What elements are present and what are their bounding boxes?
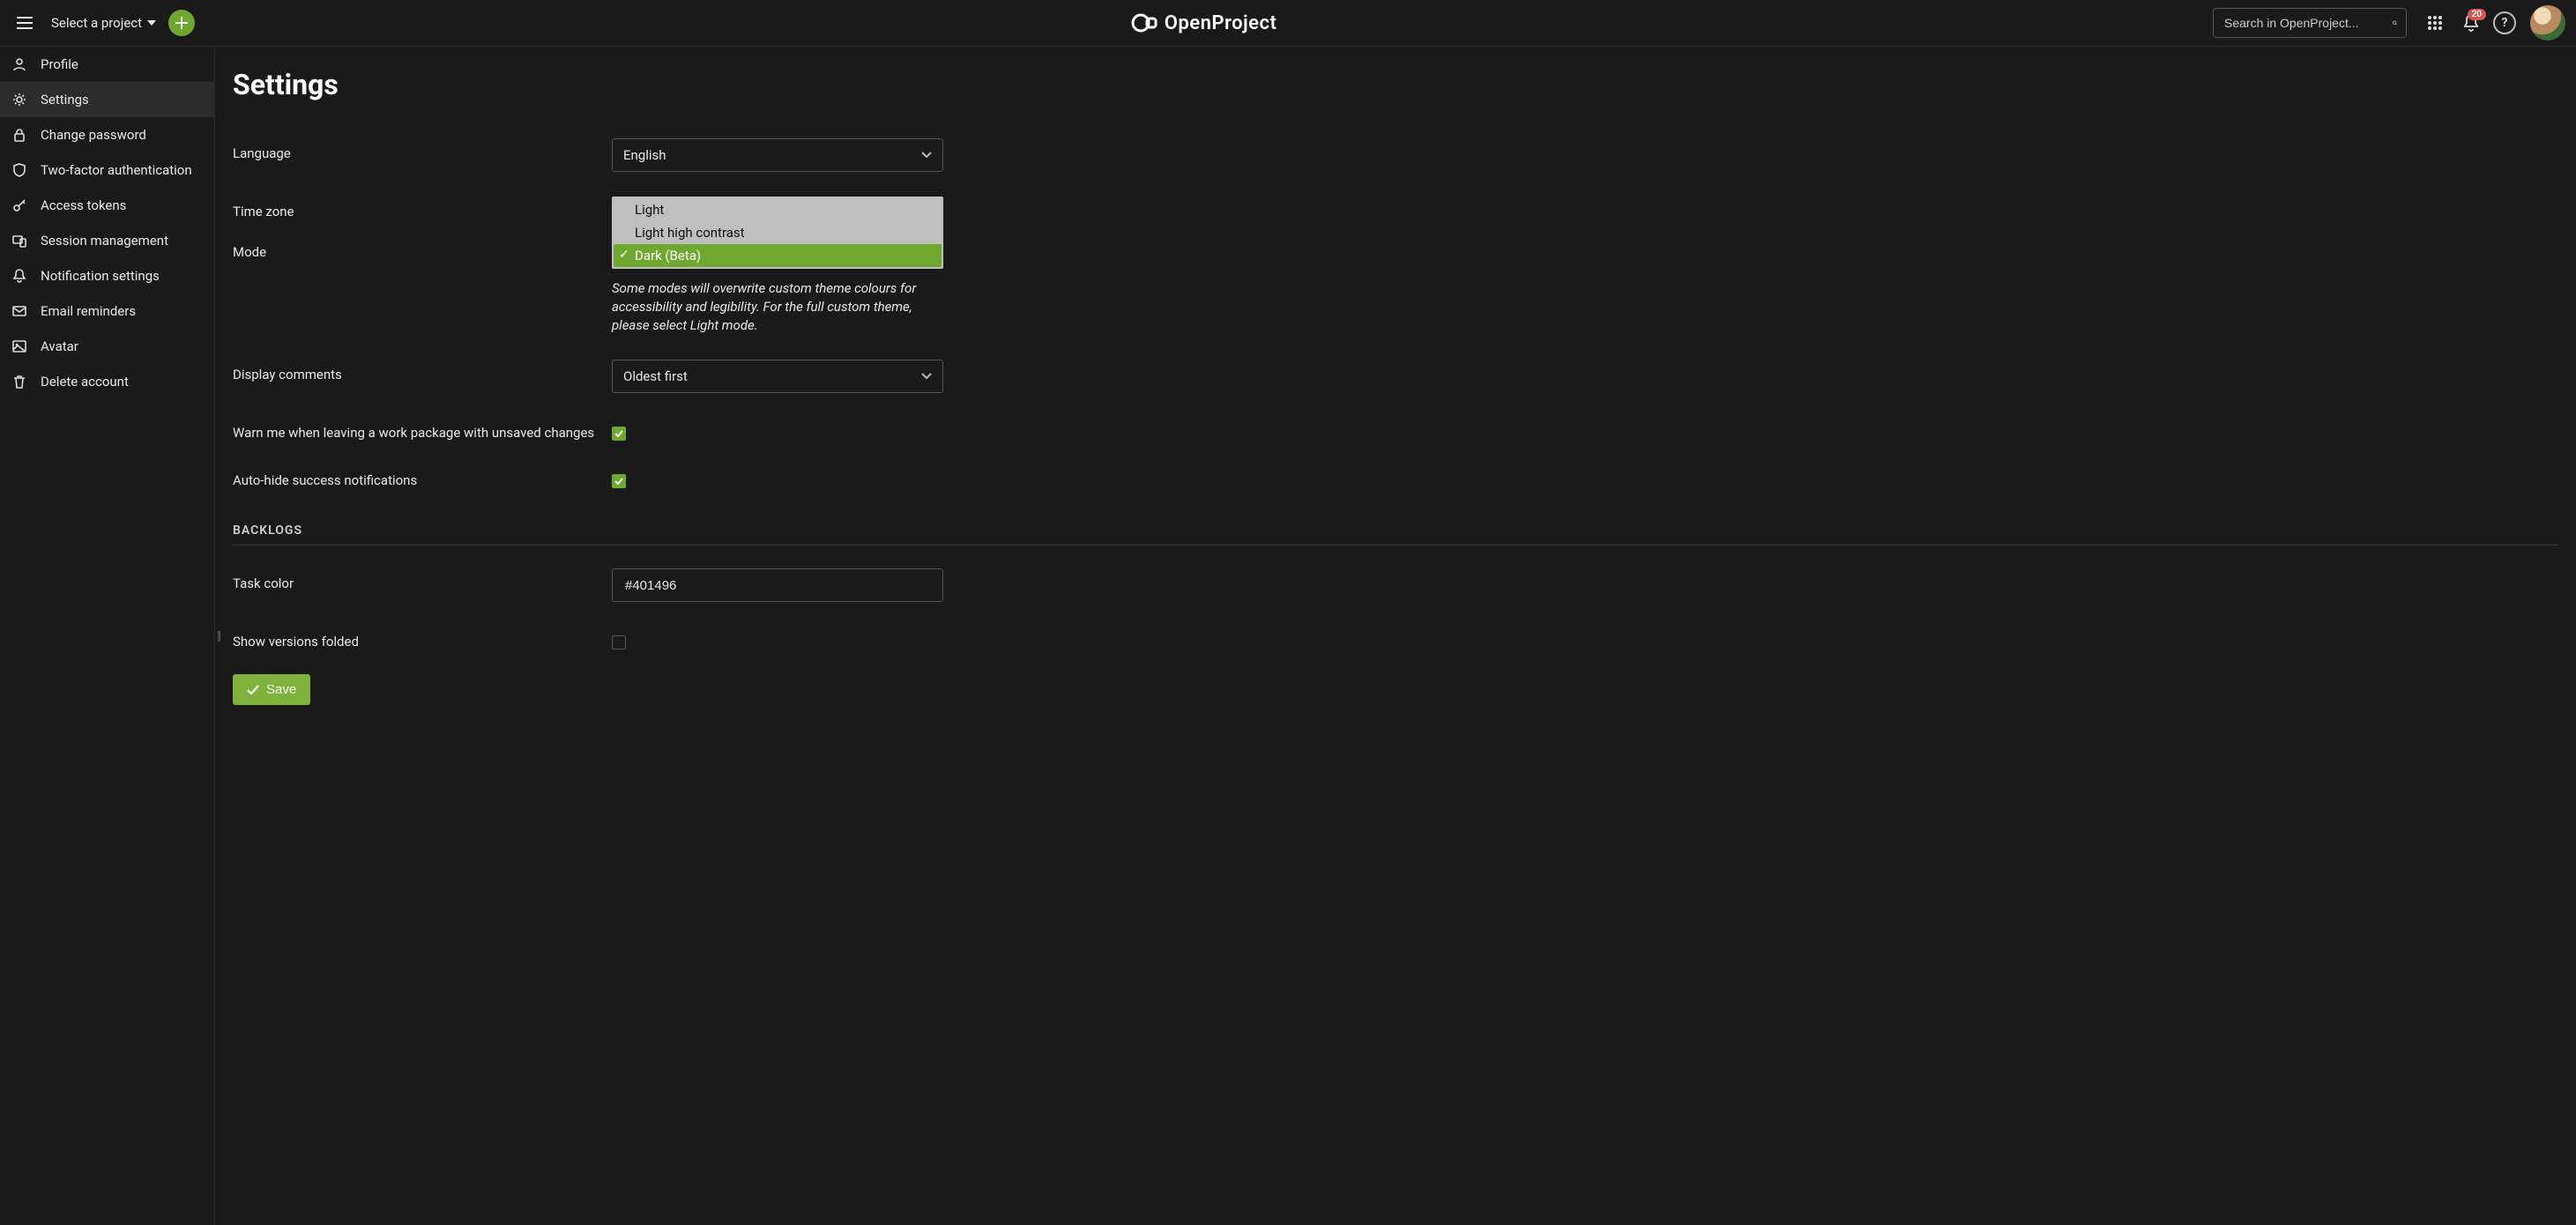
task-color-label: Task color [233, 568, 612, 591]
question-mark-icon: ? [2502, 16, 2508, 30]
backlogs-heading: BACKLOGS [233, 523, 2558, 538]
logo[interactable]: OpenProject [1131, 10, 1277, 36]
autohide-label: Auto-hide success notifications [233, 465, 612, 488]
sidebar-item-label: Change password [41, 127, 146, 143]
sidebar-item-label: Two-factor authentication [41, 162, 192, 178]
row-mode: Mode LightLight high contrastDark (Beta)… [233, 237, 2558, 335]
caret-down-icon [147, 20, 156, 26]
notification-badge: 20 [2468, 9, 2486, 20]
display-comments-value: Oldest first [623, 368, 688, 384]
check-icon [247, 685, 259, 695]
help-button[interactable]: ? [2493, 11, 2516, 34]
chevron-down-icon [921, 152, 932, 159]
row-task-color: Task color [233, 568, 2558, 602]
mode-option-dark-beta-[interactable]: Dark (Beta) [614, 244, 942, 267]
sidebar-item-profile[interactable]: Profile [0, 47, 214, 82]
sidebar-item-label: Email reminders [41, 303, 136, 319]
sidebar-item-access-tokens[interactable]: Access tokens [0, 188, 214, 223]
check-icon [614, 478, 623, 485]
language-select[interactable]: English [612, 138, 943, 172]
warn-unsaved-checkbox[interactable] [612, 427, 626, 441]
autohide-checkbox[interactable] [612, 474, 626, 488]
avatar[interactable] [2530, 5, 2565, 41]
mode-dropdown[interactable]: LightLight high contrastDark (Beta) [612, 197, 943, 269]
search-box[interactable] [2213, 8, 2407, 38]
row-timezone: Time zone [233, 197, 2558, 237]
sidebar-item-notification-settings[interactable]: Notification settings [0, 258, 214, 293]
sidebar-item-avatar[interactable]: Avatar [0, 329, 214, 364]
chevron-down-icon [921, 373, 932, 380]
sidebar-item-label: Session management [41, 233, 168, 249]
mail-icon [11, 304, 28, 318]
header-right: 20 ? [2213, 5, 2565, 41]
sidebar-item-label: Notification settings [41, 268, 160, 284]
sidebar-item-settings[interactable]: Settings [0, 82, 214, 117]
search-input[interactable] [2222, 15, 2386, 31]
sidebar-splitter[interactable]: || [217, 629, 220, 643]
gear-icon [11, 93, 28, 107]
save-button-label: Save [266, 682, 296, 697]
hamburger-icon [17, 17, 33, 29]
user-icon [11, 57, 28, 71]
sidebar-item-email-reminders[interactable]: Email reminders [0, 293, 214, 329]
main-content: Settings Language English Time zone Mode… [215, 47, 2576, 1225]
language-select-value: English [623, 147, 666, 163]
lock-icon [11, 128, 28, 142]
timezone-label: Time zone [233, 197, 612, 219]
mode-option-light[interactable]: Light [614, 198, 942, 221]
warn-unsaved-label: Warn me when leaving a work package with… [233, 418, 612, 441]
row-show-versions: Show versions folded [233, 627, 2558, 650]
save-button[interactable]: Save [233, 674, 310, 705]
apps-button[interactable] [2421, 9, 2449, 37]
check-icon [614, 430, 623, 437]
sidebar-item-change-password[interactable]: Change password [0, 117, 214, 152]
display-comments-label: Display comments [233, 360, 612, 382]
sidebar-item-label: Settings [41, 92, 89, 108]
mode-label: Mode [233, 237, 612, 260]
sidebar: Profile Settings Change password Two-factor… [0, 47, 215, 1225]
shield-icon [11, 163, 28, 177]
notifications-button[interactable]: 20 [2463, 14, 2479, 32]
plus-icon [175, 17, 188, 29]
image-icon [11, 339, 28, 353]
header-center: OpenProject [207, 10, 2200, 36]
display-comments-select[interactable]: Oldest first [612, 360, 943, 393]
task-color-input[interactable] [623, 577, 932, 594]
row-autohide: Auto-hide success notifications [233, 465, 2558, 488]
page-title: Settings [233, 68, 2558, 101]
app-header: Select a project OpenProject [0, 0, 2576, 47]
show-versions-label: Show versions folded [233, 627, 612, 650]
logo-icon [1131, 10, 1158, 36]
apps-grid-icon [2427, 15, 2443, 31]
row-warn-unsaved: Warn me when leaving a work package with… [233, 418, 2558, 441]
sidebar-item-two-factor-authentication[interactable]: Two-factor authentication [0, 152, 214, 188]
bell-icon [11, 269, 28, 283]
sidebar-item-label: Access tokens [41, 197, 126, 213]
hamburger-button[interactable] [11, 9, 39, 37]
sidebar-item-delete-account[interactable]: Delete account [0, 364, 214, 399]
logo-text: OpenProject [1165, 12, 1277, 34]
sidebar-item-label: Delete account [41, 374, 129, 390]
task-color-input-wrap[interactable] [612, 568, 943, 602]
language-label: Language [233, 138, 612, 161]
show-versions-checkbox[interactable] [612, 635, 626, 650]
devices-icon [11, 234, 28, 248]
sidebar-item-label: Avatar [41, 338, 78, 354]
add-button[interactable] [168, 10, 195, 36]
project-selector[interactable]: Select a project [51, 15, 156, 31]
mode-option-light-high-contrast[interactable]: Light high contrast [614, 221, 942, 244]
search-icon [2393, 16, 2397, 30]
key-icon [11, 198, 28, 212]
row-language: Language English [233, 138, 2558, 172]
sidebar-item-label: Profile [41, 56, 78, 72]
mode-helper-text: Some modes will overwrite custom theme c… [612, 279, 943, 335]
sidebar-item-session-management[interactable]: Session management [0, 223, 214, 258]
trash-icon [11, 375, 28, 389]
app-body: Profile Settings Change password Two-factor… [0, 47, 2576, 1225]
project-selector-label: Select a project [51, 15, 142, 31]
section-divider [233, 545, 2558, 546]
row-display-comments: Display comments Oldest first [233, 360, 2558, 393]
